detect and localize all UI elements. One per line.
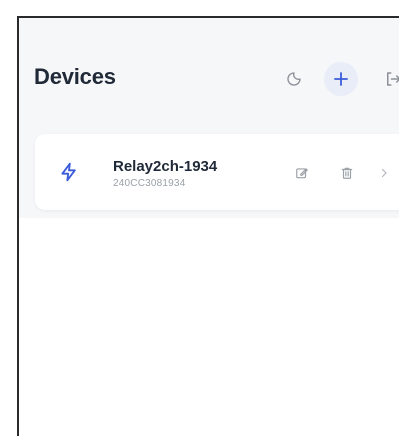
edit-icon [296,168,308,179]
lightning-icon [61,162,76,182]
device-id: 240CC3081934 [113,178,186,189]
device-type-icon [55,158,83,186]
add-device-button[interactable] [324,62,358,96]
delete-device-button[interactable] [338,164,356,182]
theme-toggle-button[interactable] [277,62,311,96]
logout-button[interactable] [376,62,399,96]
logout-icon [387,72,399,86]
trash-icon [341,167,353,179]
open-device-button[interactable] [375,164,393,182]
page-title: Devices [34,64,116,89]
device-card[interactable]: Relay2ch-1934 240CC3081934 [35,134,399,210]
chevron-right-icon [381,168,387,178]
plus-icon [334,72,348,86]
device-name: Relay2ch-1934 [113,158,218,175]
app-window: Devices Relay2ch-1934 240CC3081934 [17,16,399,436]
page-header: Devices [19,18,399,138]
moon-icon [287,72,301,86]
edit-device-button[interactable] [293,164,311,182]
device-list-empty-area [19,218,399,436]
